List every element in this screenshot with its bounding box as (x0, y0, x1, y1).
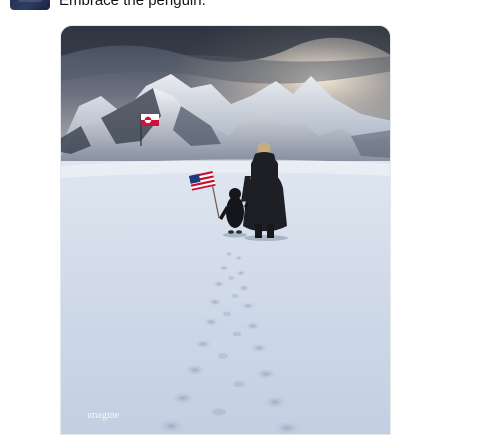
post-media-image[interactable]: ımagıne (60, 25, 391, 435)
watermark: ımagıne (87, 410, 120, 421)
snow-scene-illustration: ımagıne (61, 26, 390, 434)
post-text: Embrace the penguin. (59, 0, 206, 9)
tweet-post: Embrace the penguin. ımagıne (0, 0, 500, 435)
avatar[interactable] (10, 0, 50, 10)
